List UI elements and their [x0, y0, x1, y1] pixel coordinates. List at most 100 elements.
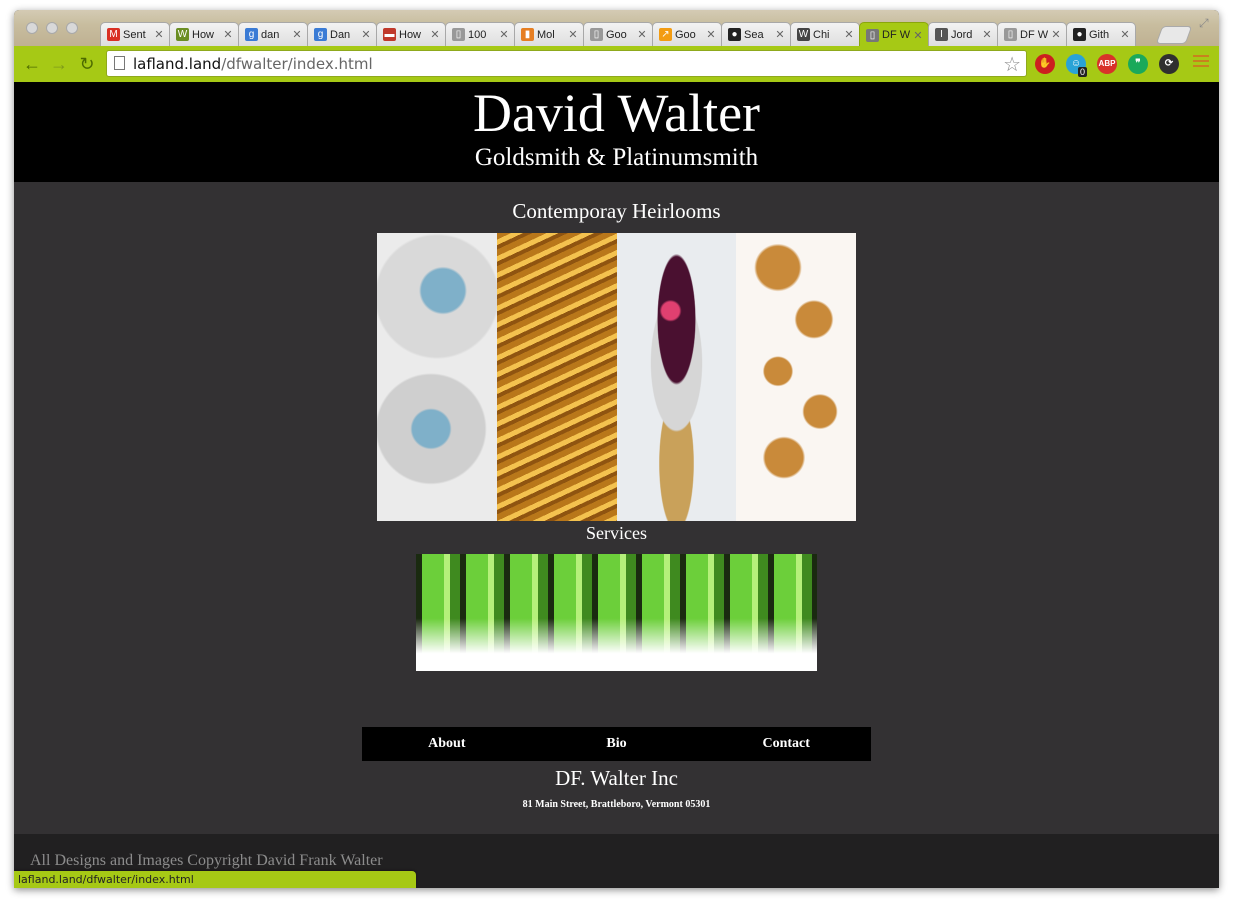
- nav-about-link[interactable]: About: [362, 727, 532, 761]
- flag-icon: ▬: [383, 28, 396, 41]
- site-footer: All Designs and Images Copyright David F…: [14, 834, 1219, 888]
- browser-tab[interactable]: ▬ How ✕: [376, 22, 446, 46]
- browser-tab[interactable]: W Chi ✕: [790, 22, 860, 46]
- tab-label: Goo: [606, 28, 627, 41]
- tab-strip: M Sent ✕ W How ✕ g dan ✕ g Dan ✕ ▬ How ✕ ▯ 100 ✕ ▮ Mol ✕ ▯ Goo…: [14, 10, 1219, 47]
- cabochon-ring-photo: [616, 233, 737, 521]
- tab-label: Mol: [537, 28, 555, 41]
- tab-label: Goo: [675, 28, 696, 41]
- browser-tab[interactable]: ▯ DF W ✕: [997, 22, 1067, 46]
- close-tab-icon[interactable]: ✕: [152, 28, 166, 41]
- browser-window: M Sent ✕ W How ✕ g dan ✕ g Dan ✕ ▬ How ✕ ▯ 100 ✕ ▮ Mol ✕ ▯ Goo…: [14, 10, 1219, 888]
- company-address: 81 Main Street, Brattleboro, Vermont 053…: [522, 799, 711, 810]
- address-bar-url[interactable]: lafland.land/dfwalter/index.html: [133, 55, 373, 73]
- bookmark-star-icon[interactable]: ☆: [1003, 52, 1021, 77]
- tab-label: Gith: [1089, 28, 1110, 41]
- url-path: /dfwalter/index.html: [221, 55, 373, 73]
- browser-tab-active[interactable]: ▯ DF W ✕: [859, 22, 929, 47]
- chart-icon: ▮: [521, 28, 534, 41]
- page-icon: [114, 56, 125, 70]
- sync-extension-icon[interactable]: ⟳: [1159, 54, 1179, 74]
- close-tab-icon[interactable]: ✕: [359, 28, 373, 41]
- close-tab-icon[interactable]: ✕: [290, 28, 304, 41]
- zoom-window-button[interactable]: [66, 22, 78, 34]
- close-tab-icon[interactable]: ✕: [635, 28, 649, 41]
- fullscreen-icon[interactable]: ⤢: [1199, 16, 1213, 30]
- wikihow-icon: W: [176, 28, 189, 41]
- browser-tab[interactable]: ↗ Goo ✕: [652, 22, 722, 46]
- tab-label: Jord: [951, 28, 973, 41]
- adblock-icon[interactable]: ABP: [1097, 54, 1117, 74]
- forward-arrow-icon[interactable]: →: [48, 53, 70, 75]
- page-icon: ▯: [866, 28, 879, 42]
- close-tab-icon[interactable]: ✕: [1049, 28, 1063, 41]
- heirlooms-image[interactable]: [377, 233, 856, 521]
- site-subtitle: Goldsmith & Platinumsmith: [474, 144, 759, 171]
- tab-label: Sea: [744, 28, 764, 41]
- browser-tab[interactable]: ▯ Goo ✕: [583, 22, 653, 46]
- gmail-icon: M: [107, 28, 120, 41]
- services-image[interactable]: [416, 554, 817, 671]
- browser-tab[interactable]: I Jord ✕: [928, 22, 998, 46]
- page-icon: ▯: [452, 28, 465, 41]
- close-tab-icon[interactable]: ✕: [842, 28, 856, 41]
- analytics-icon: ↗: [659, 28, 672, 41]
- close-tab-icon[interactable]: ✕: [1118, 28, 1132, 41]
- browser-tab[interactable]: g Dan ✕: [307, 22, 377, 46]
- tab-label: 100: [468, 28, 487, 41]
- tab-label: Sent: [123, 28, 146, 41]
- copyright-text: All Designs and Images Copyright David F…: [30, 852, 383, 869]
- close-tab-icon[interactable]: ✕: [773, 28, 787, 41]
- close-tab-icon[interactable]: ✕: [497, 28, 511, 41]
- tab-label: How: [399, 28, 422, 41]
- browser-tab[interactable]: ▯ 100 ✕: [445, 22, 515, 46]
- site-nav: About Bio Contact: [362, 727, 871, 761]
- rings-photo: [377, 233, 497, 521]
- chrome-menu-icon[interactable]: [1193, 55, 1209, 71]
- tab-label: DF W: [882, 29, 911, 41]
- address-bar[interactable]: lafland.land/dfwalter/index.html ☆: [106, 50, 1027, 77]
- wikipedia-icon: W: [797, 28, 810, 41]
- services-heading: Services: [586, 523, 647, 543]
- browser-toolbar: ← → ↻ lafland.land/dfwalter/index.html ☆…: [14, 46, 1219, 82]
- site-header: David Walter Goldsmith & Platinumsmith: [14, 82, 1219, 182]
- tab-label: Dan: [330, 28, 351, 41]
- close-tab-icon[interactable]: ✕: [704, 28, 718, 41]
- close-window-button[interactable]: [26, 22, 38, 34]
- browser-tab[interactable]: ● Gith ✕: [1066, 22, 1136, 46]
- page-icon: ▯: [1004, 28, 1017, 41]
- heirlooms-heading: Contemporay Heirlooms: [512, 199, 721, 223]
- extension-badge: 0: [1078, 67, 1088, 77]
- browser-tab[interactable]: g dan ✕: [238, 22, 308, 46]
- close-tab-icon[interactable]: ✕: [566, 28, 580, 41]
- tab-label: How: [192, 28, 215, 41]
- tab-label: Chi: [813, 28, 830, 41]
- browser-tab[interactable]: ● Sea ✕: [721, 22, 791, 46]
- github-icon: ●: [1073, 28, 1086, 41]
- new-tab-button[interactable]: [1155, 26, 1193, 44]
- close-tab-icon[interactable]: ✕: [428, 28, 442, 41]
- hangouts-icon[interactable]: ❞: [1128, 54, 1148, 74]
- tab-label: dan: [261, 28, 280, 41]
- close-tab-icon[interactable]: ✕: [221, 28, 235, 41]
- minimize-window-button[interactable]: [46, 22, 58, 34]
- site-title: David Walter: [472, 83, 761, 143]
- browser-tab[interactable]: ▮ Mol ✕: [514, 22, 584, 46]
- browser-tab[interactable]: W How ✕: [169, 22, 239, 46]
- url-host: lafland.land: [133, 55, 222, 73]
- nav-contact-link[interactable]: Contact: [701, 727, 871, 761]
- nav-bio-link[interactable]: Bio: [532, 727, 702, 761]
- page-icon: ▯: [590, 28, 603, 41]
- close-tab-icon[interactable]: ✕: [980, 28, 994, 41]
- back-arrow-icon[interactable]: ←: [21, 53, 43, 75]
- font-icon: I: [935, 28, 948, 41]
- github-icon: ●: [728, 28, 741, 41]
- gold-bracelet-photo: [496, 233, 617, 521]
- browser-tab[interactable]: M Sent ✕: [100, 22, 170, 46]
- reload-icon[interactable]: ↻: [76, 53, 98, 75]
- page-content: David Walter Goldsmith & Platinumsmith C…: [14, 82, 1219, 888]
- company-name: DF. Walter Inc: [555, 766, 678, 790]
- close-tab-icon[interactable]: ✕: [911, 29, 925, 42]
- google-search-icon: g: [245, 28, 258, 41]
- stop-extension-icon[interactable]: ✋: [1035, 54, 1055, 74]
